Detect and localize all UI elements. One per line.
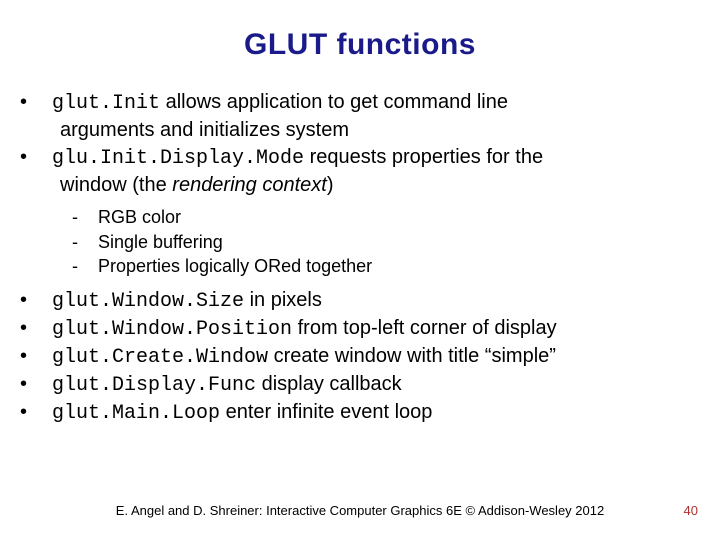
body-text: ) [327,174,334,196]
bullet-item: •glut.Display.Func display callback [40,372,680,398]
code-text: glut.Display.Func [52,374,256,397]
body-text: RGB color [98,207,181,227]
body-text: requests properties for the [304,146,543,168]
body-text: window (the [60,174,172,196]
bullet-continuation: arguments and initializes system [40,118,680,143]
bullet-item: •glut.Window.Size in pixels [40,288,680,314]
body-text: enter infinite event loop [220,401,432,423]
bullet-continuation: window (the rendering context) [40,173,680,198]
bullet-item: •glu.Init.Display.Mode requests properti… [40,145,680,171]
bullet-item: •glut.Init allows application to get com… [40,90,680,116]
bullet-dot-icon: • [40,90,52,115]
page-number: 40 [684,503,698,518]
footer-text: E. Angel and D. Shreiner: Interactive Co… [0,503,720,518]
code-text: glut.Main.Loop [52,402,220,425]
dash-icon: - [86,206,98,229]
body-text: display callback [256,373,402,395]
body-text: in pixels [244,289,322,311]
sub-bullet-item: -RGB color [86,206,680,229]
dash-icon: - [86,231,98,254]
body-text: Properties logically ORed together [98,256,372,276]
italic-text: rendering context [172,174,327,196]
bullet-dot-icon: • [40,400,52,425]
slide: GLUT functions •glut.Init allows applica… [0,0,720,540]
bullet-dot-icon: • [40,316,52,341]
sub-bullet-item: -Single buffering [86,231,680,254]
code-text: glut.Window.Size [52,290,244,313]
body-text: allows application to get command line [160,91,508,113]
bullet-list: •glut.Init allows application to get com… [40,90,680,426]
dash-icon: - [86,255,98,278]
bullet-item: •glut.Window.Position from top-left corn… [40,316,680,342]
code-text: glut.Window.Position [52,318,292,341]
code-text: glut.Create.Window [52,346,268,369]
body-text: Single buffering [98,232,223,252]
code-text: glu.Init.Display.Mode [52,147,304,170]
bullet-dot-icon: • [40,145,52,170]
bullet-dot-icon: • [40,344,52,369]
bullet-item: •glut.Main.Loop enter infinite event loo… [40,400,680,426]
sub-bullet-list: -RGB color -Single buffering -Properties… [40,206,680,278]
body-text: create window with title “simple” [268,345,556,367]
sub-bullet-item: -Properties logically ORed together [86,255,680,278]
bullet-item: •glut.Create.Window create window with t… [40,344,680,370]
slide-title: GLUT functions [40,28,680,62]
body-text: from top-left corner of display [292,317,557,339]
code-text: glut.Init [52,92,160,115]
bullet-dot-icon: • [40,288,52,313]
bullet-dot-icon: • [40,372,52,397]
